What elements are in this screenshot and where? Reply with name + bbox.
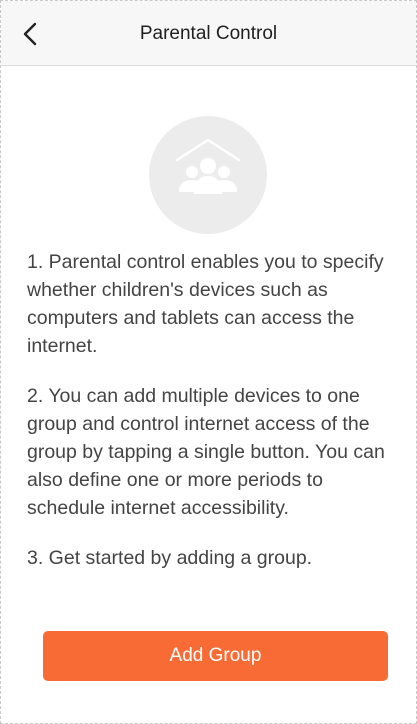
description: 1. Parental control enables you to speci… (27, 248, 399, 594)
parental-control-screen: Parental Control 1. Parental control ena… (0, 0, 417, 724)
family-group-icon (175, 138, 241, 194)
description-paragraph-3: 3. Get started by adding a group. (27, 547, 313, 569)
add-group-button[interactable]: Add Group (43, 631, 388, 681)
hero-illustration (149, 116, 267, 234)
page-title: Parental Control (139, 23, 278, 44)
description-paragraph-1: 1. Parental control enables you to speci… (27, 251, 384, 357)
navigation-bar: Parental Control (1, 1, 416, 66)
description-paragraph-2: 2. You can add multiple devices to one g… (27, 385, 385, 519)
